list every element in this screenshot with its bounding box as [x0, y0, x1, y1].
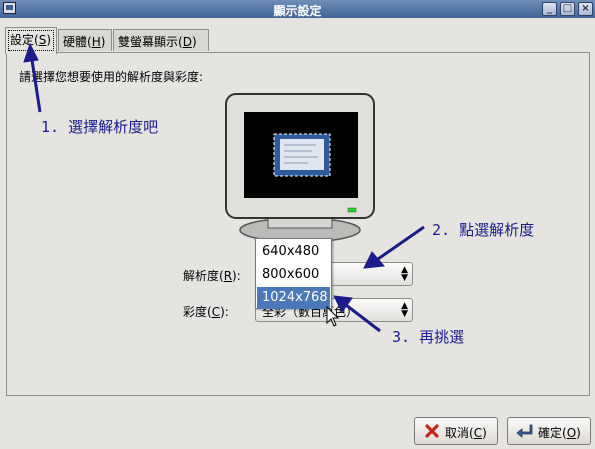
annotation-step-3: 3. 再挑選	[392, 328, 465, 346]
maximize-button[interactable]: □	[560, 2, 575, 16]
color-depth-select-arrow-icon: ▲ ▼	[401, 301, 408, 319]
color-depth-label-text: 彩度	[183, 305, 208, 319]
annotation-step-2: 2. 點選解析度	[432, 221, 535, 239]
resolution-label: 解析度(R):	[183, 269, 241, 283]
resolution-option[interactable]: 640x480	[257, 241, 330, 263]
resolution-option[interactable]: 800x600	[257, 264, 330, 286]
color-depth-label: 彩度(C):	[183, 305, 229, 319]
ok-mnemonic: O	[566, 426, 577, 440]
tab-dual-head-label: 雙螢幕顯示	[118, 35, 179, 49]
tab-dual-head[interactable]: 雙螢幕顯示(D)	[113, 29, 209, 51]
tab-dual-head-mnemonic: D	[182, 35, 192, 49]
cancel-label: 取消	[445, 426, 470, 440]
tab-settings-mnemonic: S	[38, 33, 47, 47]
title-bar: 顯示設定 _ □ ×	[0, 0, 595, 18]
tab-settings-label: 設定	[10, 33, 35, 47]
annotation-step-1: 1. 選擇解析度吧	[41, 118, 159, 136]
cancel-mnemonic: C	[473, 426, 483, 440]
cancel-button[interactable]: 取消(C)	[414, 417, 498, 445]
cancel-x-icon	[425, 424, 439, 438]
tab-hardware[interactable]: 硬體(H)	[58, 29, 112, 51]
resolution-select-arrow-icon: ▲ ▼	[401, 265, 408, 283]
resolution-option-selected[interactable]: 1024x768	[257, 287, 330, 309]
resolution-dropdown: 640x480 800x600 1024x768	[255, 238, 332, 309]
color-depth-mnemonic: C	[211, 305, 221, 319]
instruction-text: 請選擇您想要使用的解析度與彩度:	[19, 70, 204, 84]
window-title: 顯示設定	[273, 4, 322, 18]
monitor-icon	[225, 93, 375, 243]
minimize-button[interactable]: _	[542, 2, 557, 16]
tab-hardware-mnemonic: H	[91, 35, 101, 49]
close-button[interactable]: ×	[578, 2, 593, 16]
resolution-mnemonic: R	[223, 269, 233, 283]
enter-arrow-icon	[516, 424, 533, 438]
tab-hardware-label: 硬體	[63, 35, 88, 49]
ok-button[interactable]: 確定(O)	[507, 417, 591, 445]
resolution-label-text: 解析度	[183, 269, 220, 283]
tab-settings[interactable]: 設定(S)	[5, 27, 57, 54]
ok-label: 確定	[538, 426, 563, 440]
